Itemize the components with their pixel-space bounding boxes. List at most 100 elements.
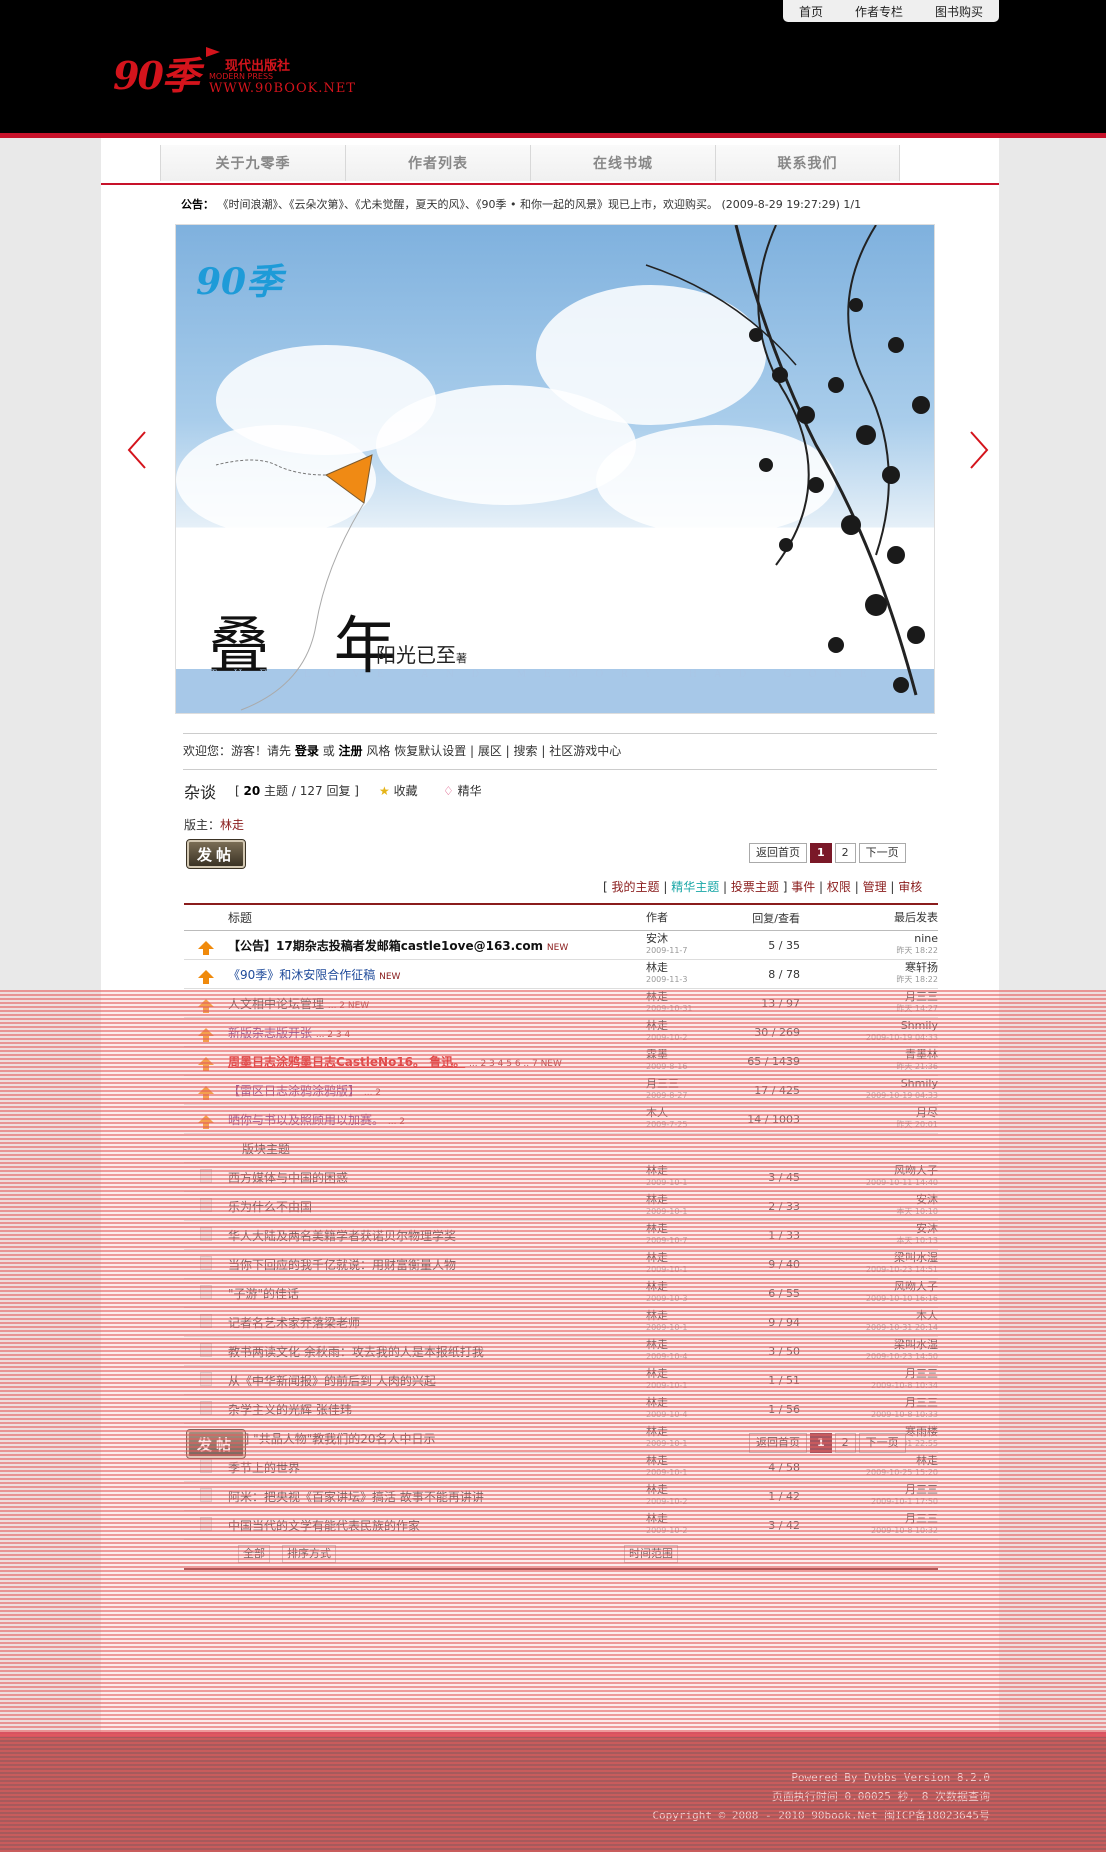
table-row[interactable]: 【雷区日志涂鸦涂鸦版】 ... 2 月三三 2009-8-27 17 / 425 Shm…	[184, 1076, 938, 1105]
topic-author[interactable]: 月三三	[646, 1077, 679, 1090]
topic-link[interactable]: 《90季》和沐安限合作征稿	[228, 968, 375, 982]
topic-extra[interactable]: NEW	[547, 943, 568, 953]
last-poster[interactable]: 寒雨楼	[905, 1425, 938, 1438]
topic-link[interactable]: 当你下回应的我千亿就说：用财富衡量人物	[228, 1258, 456, 1272]
table-row[interactable]: 周墨日志涂鸦墨日志CastleNo16。 鲁迅。 ... 2 3 4 5 6 .…	[184, 1047, 938, 1076]
topic-link[interactable]: 乐为什么不由国	[228, 1200, 312, 1214]
last-poster[interactable]: 安沐	[916, 1193, 938, 1206]
last-poster[interactable]: 风吻人子	[894, 1164, 938, 1177]
topic-author[interactable]: 林走	[646, 1454, 668, 1467]
filter-events[interactable]: 事件	[791, 880, 815, 894]
last-poster[interactable]: 梁叫水湿	[894, 1338, 938, 1351]
last-poster[interactable]: 月三三	[905, 1367, 938, 1380]
favorite-button[interactable]: ★ 收藏	[379, 782, 418, 799]
last-poster[interactable]: 木人	[916, 1309, 938, 1322]
topic-author[interactable]: 林走	[646, 1512, 668, 1525]
last-poster[interactable]: 风吻人子	[894, 1280, 938, 1293]
topic-author[interactable]: 林走	[646, 1019, 668, 1032]
topic-extra[interactable]: ... 2 NEW	[328, 1001, 369, 1011]
filter-manage[interactable]: 管理	[863, 880, 887, 894]
register-link[interactable]: 注册	[339, 744, 363, 758]
sort-select[interactable]: 排序方式	[282, 1545, 336, 1563]
last-poster[interactable]: 梁叫水湿	[894, 1251, 938, 1264]
last-poster[interactable]: Shmily	[901, 1077, 938, 1090]
topic-extra[interactable]: ... 2	[388, 1117, 405, 1127]
login-link[interactable]: 登录	[295, 744, 319, 758]
table-row[interactable]: 晒你与书以及照顾用以加赛。 ... 2 木人 2009-7-25 14 / 1003 月…	[184, 1105, 938, 1134]
topic-extra[interactable]: ... 2	[364, 1088, 381, 1098]
last-poster[interactable]: 寒轩扬	[905, 961, 938, 974]
last-poster[interactable]: 林走	[916, 1454, 938, 1467]
last-poster[interactable]: Shmily	[901, 1019, 938, 1032]
topic-author[interactable]: 林走	[646, 1309, 668, 1322]
topic-link[interactable]: 从《中华新闻报》的前后到 人肉的兴起	[228, 1374, 436, 1388]
prev-arrow-icon[interactable]	[127, 430, 147, 470]
table-row[interactable]: 新版杂志版开张 ... 2 3 4 林走 2009-10-2 30 / 269 Shmi…	[184, 1018, 938, 1047]
topic-link[interactable]: 记者名艺术家乔落梁老师	[228, 1316, 360, 1330]
topic-author[interactable]: 林走	[646, 1193, 668, 1206]
moderator-link[interactable]: 林走	[220, 818, 244, 832]
topic-author[interactable]: 林走	[646, 1425, 668, 1438]
filter-audit[interactable]: 审核	[898, 880, 922, 894]
elite-button[interactable]: ♢ 精华	[443, 782, 482, 799]
top-nav-home[interactable]: 首页	[799, 3, 823, 20]
topic-link[interactable]: 周墨日志涂鸦墨日志CastleNo16。 鲁迅。	[228, 1055, 465, 1069]
topic-link[interactable]: 新版杂志版开张	[228, 1026, 312, 1040]
topic-author[interactable]: 安沐	[646, 932, 668, 945]
topic-link[interactable]: 杂学主义的光辉 张佳玮	[228, 1403, 352, 1417]
topic-author[interactable]: 林走	[646, 1222, 668, 1235]
topic-author[interactable]: 林走	[646, 1338, 668, 1351]
filter-my-topics[interactable]: 我的主题	[612, 880, 660, 894]
topic-link[interactable]: "子游"的佳话	[228, 1287, 299, 1301]
site-logo[interactable]: 90季 现代出版社 MODERN PRESS WWW.90BOOK.NET	[113, 45, 363, 105]
pager-page-2[interactable]: 2	[834, 843, 856, 863]
filter-vote[interactable]: 投票主题	[731, 880, 779, 894]
table-row[interactable]: 教书两读文化 余秋雨：攻去我的人是本报纸打我 林走 2009-10-4 3 / 50 梁…	[184, 1337, 938, 1366]
topic-author[interactable]: 林走	[646, 1367, 668, 1380]
filter-select[interactable]: 全部	[238, 1545, 270, 1563]
pager-back-button[interactable]: 返回首页	[749, 843, 807, 863]
topic-author[interactable]: 林走	[646, 990, 668, 1003]
welcome-links[interactable]: 风格 恢复默认设置 | 展区 | 搜索 | 社区游戏中心	[366, 744, 621, 758]
footer-powered[interactable]: Powered By Dvbbs Version 8.2.0	[652, 1768, 990, 1787]
topic-author[interactable]: 林走	[646, 1164, 668, 1177]
topic-link[interactable]: 【公告】17期杂志投稿者发邮箱castle1ove@163.com	[228, 939, 543, 953]
topic-extra[interactable]: ... 2 3 4 5 6 .. 7 NEW	[469, 1059, 562, 1069]
topic-link[interactable]: 晒你与书以及照顾用以加赛。	[228, 1113, 384, 1127]
pager-next-button[interactable]: 下一页	[858, 843, 906, 863]
time-range-select[interactable]: 时间范围	[624, 1545, 678, 1563]
topic-author[interactable]: 林走	[646, 1396, 668, 1409]
last-poster[interactable]: 月三三	[905, 1483, 938, 1496]
topic-author[interactable]: 林走	[646, 961, 668, 974]
filter-elite[interactable]: 精华主题	[671, 880, 719, 894]
topic-link[interactable]: 【雷区日志涂鸦涂鸦版】	[228, 1084, 360, 1098]
announcement-text[interactable]: 《时间浪潮》、《云朵次第》、《尤未觉醒，夏天的风》、《90季 • 和你一起的风景…	[218, 198, 862, 211]
main-nav-about[interactable]: 关于九零季	[160, 145, 345, 181]
filter-permissions[interactable]: 权限	[827, 880, 851, 894]
table-row[interactable]: 人文相中论坛管理 ... 2 NEW 林走 2009-10-31 13 / 97 月三三…	[184, 989, 938, 1018]
topic-author[interactable]: 木人	[646, 1106, 668, 1119]
table-row[interactable]: 季节上的世界 林走 2009-10-1 4 / 58 林走 2009-10-25 15:2…	[184, 1453, 938, 1482]
table-row[interactable]: 《90季》和沐安限合作征稿 NEW 林走 2009-11-3 8 / 78 寒轩扬 昨天 …	[184, 960, 938, 989]
new-post-button-bottom[interactable]: 发帖	[186, 1429, 246, 1459]
table-row[interactable]: 杂学主义的光辉 张佳玮 林走 2009-10-4 1 / 56 月三三 2009-10-8…	[184, 1395, 938, 1424]
topic-link[interactable]: 人文相中论坛管理	[228, 997, 324, 1011]
last-poster[interactable]: 月三三	[905, 1396, 938, 1409]
pager-page-2[interactable]: 2	[834, 1433, 856, 1453]
last-poster[interactable]: 月尽	[916, 1106, 938, 1119]
pager-back-button[interactable]: 返回首页	[749, 1433, 807, 1453]
main-nav-authors[interactable]: 作者列表	[345, 145, 530, 181]
topic-author[interactable]: 林走	[646, 1251, 668, 1264]
table-row[interactable]: 记者名艺术家乔落梁老师 林走 2009-10-1 9 / 94 木人 2009-10-31…	[184, 1308, 938, 1337]
topic-link[interactable]: 阿米：把央视《百家讲坛》搞活 故事不能再讲讲	[228, 1490, 484, 1504]
topic-link[interactable]: 西方媒体与中国的困惑	[228, 1171, 348, 1185]
table-row[interactable]: 华人大陆及两名美籍学者获诺贝尔物理学奖 林走 2009-10-7 1 / 33 安沐 本天…	[184, 1221, 938, 1250]
book-banner[interactable]: 90季 叠 年 阳光已至著 THE LOVE AND MEMORY HAD GO…	[175, 224, 935, 714]
pager-page-1[interactable]: 1	[810, 1433, 832, 1453]
topic-link[interactable]: [転] "共品人物"教我们的20名人中日示	[228, 1432, 436, 1446]
last-poster[interactable]: 月三三	[905, 990, 938, 1003]
new-post-button[interactable]: 发帖	[186, 839, 246, 869]
last-poster[interactable]: 青墨林	[905, 1048, 938, 1061]
table-row[interactable]: 从《中华新闻报》的前后到 人肉的兴起 林走 2009-10-1 1 / 51 月三三 20…	[184, 1366, 938, 1395]
top-nav-books[interactable]: 图书购买	[935, 3, 983, 20]
